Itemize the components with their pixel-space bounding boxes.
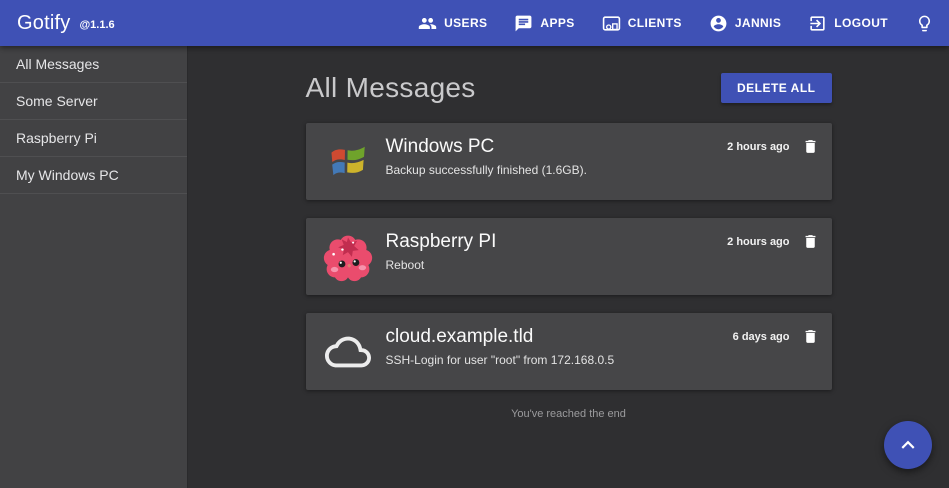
nav-logout-label: LOGOUT <box>834 16 888 30</box>
app-title[interactable]: Gotify <box>17 12 70 35</box>
sidebar-item-my-windows-pc[interactable]: My Windows PC <box>0 157 187 194</box>
delete-message-button[interactable] <box>802 328 819 345</box>
trash-icon <box>802 138 819 155</box>
message-card-cloud: cloud.example.tld SSH-Login for user "ro… <box>306 313 832 390</box>
lightbulb-icon <box>915 14 934 33</box>
nav-users-button[interactable]: USERS <box>418 14 487 33</box>
message-card-windows-pc: Windows PC Backup successfully finished … <box>306 123 832 200</box>
chat-icon <box>514 14 533 33</box>
nav-users-label: USERS <box>444 16 487 30</box>
app-version: @1.1.6 <box>79 19 114 31</box>
nav-logout-button[interactable]: LOGOUT <box>808 14 888 33</box>
delete-message-button[interactable] <box>802 138 819 155</box>
delete-all-button[interactable]: DELETE ALL <box>721 73 832 103</box>
nav-apps-button[interactable]: APPS <box>514 14 574 33</box>
sidebar: All Messages Some Server Raspberry Pi My… <box>0 46 188 488</box>
message-title: Windows PC <box>386 136 728 158</box>
theme-toggle-button[interactable] <box>915 14 934 33</box>
sidebar-item-all-messages[interactable]: All Messages <box>0 46 187 83</box>
nav-clients-label: CLIENTS <box>628 16 682 30</box>
sidebar-item-some-server[interactable]: Some Server <box>0 83 187 120</box>
nav-apps-label: APPS <box>540 16 574 30</box>
logout-icon <box>808 14 827 33</box>
app-header: Gotify @1.1.6 USERS APPS CLIENTS JANNIS … <box>0 0 949 46</box>
users-icon <box>418 14 437 33</box>
chevron-up-icon <box>895 432 921 458</box>
nav-user-label: JANNIS <box>735 16 781 30</box>
trash-icon <box>802 328 819 345</box>
message-body: SSH-Login for user "root" from 172.168.0… <box>386 353 733 367</box>
page-title: All Messages <box>306 72 476 104</box>
cloud-icon <box>322 325 374 378</box>
windows-logo-icon <box>322 135 374 188</box>
message-timestamp: 2 hours ago <box>727 141 789 153</box>
sidebar-item-raspberry-pi[interactable]: Raspberry Pi <box>0 120 187 157</box>
delete-message-button[interactable] <box>802 233 819 250</box>
raspberry-icon <box>322 230 374 283</box>
message-card-raspberry-pi: Raspberry PI Reboot 2 hours ago <box>306 218 832 295</box>
nav-clients-button[interactable]: CLIENTS <box>602 14 682 33</box>
devices-icon <box>602 14 621 33</box>
nav-user-button[interactable]: JANNIS <box>709 14 781 33</box>
scroll-to-top-button[interactable] <box>884 421 932 469</box>
end-of-list-text: You've reached the end <box>306 408 832 420</box>
message-timestamp: 2 hours ago <box>727 236 789 248</box>
account-circle-icon <box>709 14 728 33</box>
main-content: All Messages DELETE ALL Windows PC Backu… <box>188 46 949 488</box>
trash-icon <box>802 233 819 250</box>
header-nav: USERS APPS CLIENTS JANNIS LOGOUT <box>418 14 934 33</box>
message-body: Reboot <box>386 258 728 272</box>
message-timestamp: 6 days ago <box>733 331 790 343</box>
message-body: Backup successfully finished (1.6GB). <box>386 163 728 177</box>
message-title: Raspberry PI <box>386 231 728 253</box>
message-title: cloud.example.tld <box>386 326 733 348</box>
